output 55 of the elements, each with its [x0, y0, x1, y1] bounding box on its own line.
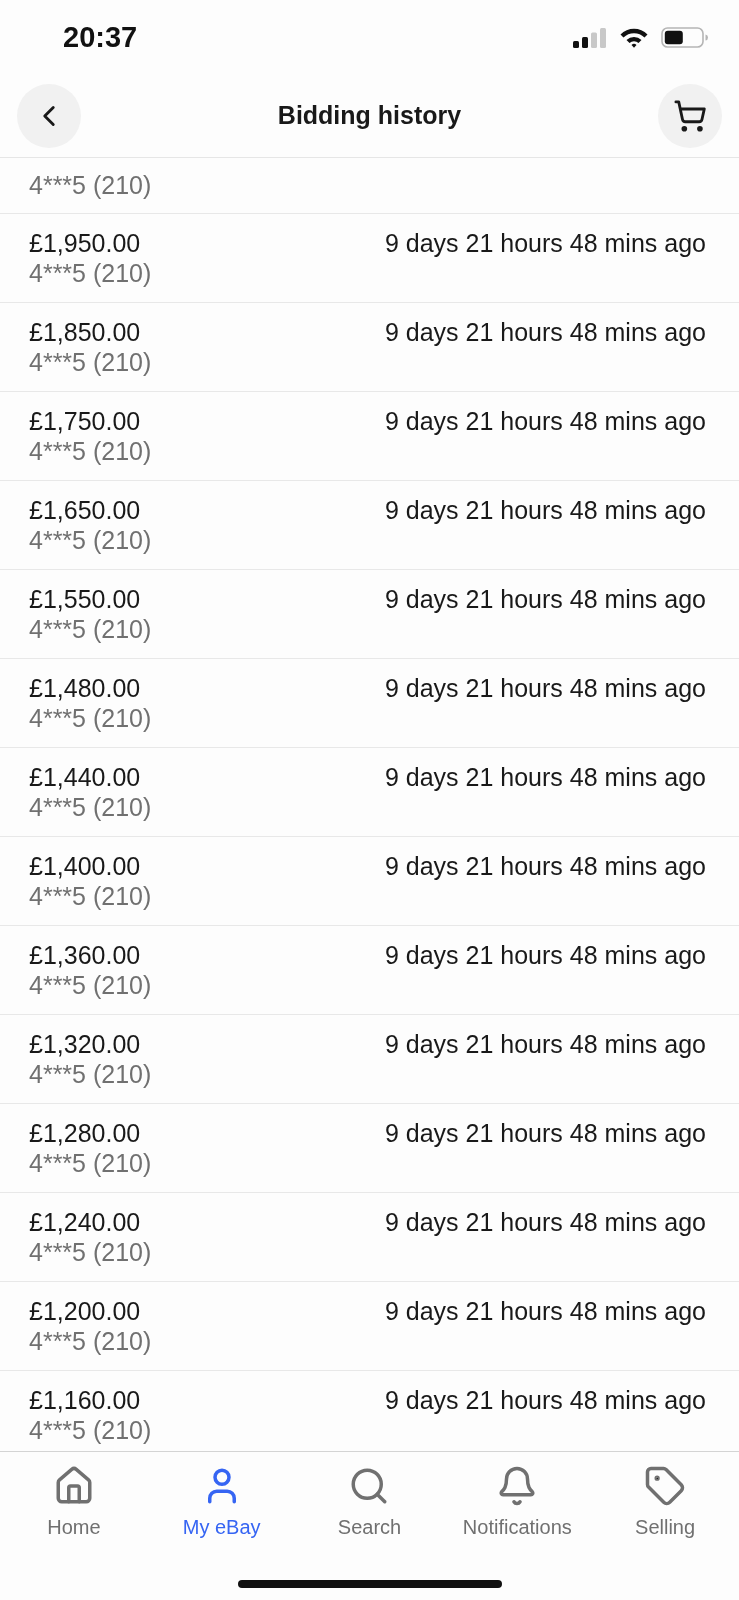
bidder-text: 4***5 (210)	[29, 792, 152, 822]
bid-amount: £1,360.00	[29, 940, 141, 970]
bid-time: 9 days 21 hours 48 mins ago	[384, 228, 706, 258]
battery-icon	[661, 27, 709, 48]
bidder-text: 4***5 (210)	[29, 1326, 152, 1356]
bid-time: 9 days 21 hours 48 mins ago	[384, 584, 706, 614]
tab-bar-item[interactable]: Selling	[631, 1465, 700, 1538]
bid-amount: £1,550.00	[29, 584, 141, 614]
bid-time: 9 days 21 hours 48 mins ago	[384, 495, 706, 525]
bid-time: 9 days 21 hours 48 mins ago	[384, 673, 706, 703]
bid-time: 9 days 21 hours 48 mins ago	[384, 1296, 706, 1326]
bidder-text: 4***5 (210)	[29, 881, 152, 911]
bidder-text: 4***5 (210)	[29, 1148, 152, 1178]
bidder-text: 4***5 (210)	[29, 347, 152, 377]
tab-bar-item[interactable]: Search	[333, 1465, 406, 1538]
bid-time: 9 days 21 hours 48 mins ago	[384, 851, 706, 881]
bidder-text: 4***5 (210)	[29, 1237, 152, 1267]
bid-time: 9 days 21 hours 48 mins ago	[384, 762, 706, 792]
bidder-text: 4***5 (210)	[29, 258, 152, 288]
bid-amount: £1,280.00	[29, 1118, 141, 1148]
bid-amount: £1,160.00	[29, 1385, 141, 1415]
bid-amount: £1,200.00	[29, 1296, 141, 1326]
bid-amount: £1,850.00	[29, 317, 141, 347]
status-time: 20:37	[63, 23, 138, 52]
bid-amount: £1,480.00	[29, 673, 141, 703]
bid-amount: £1,650.00	[29, 495, 141, 525]
bidder-text: 4***5 (210)	[29, 170, 152, 200]
bid-time: 9 days 21 hours 48 mins ago	[384, 1029, 706, 1059]
bid-amount: £1,240.00	[29, 1207, 141, 1237]
bidder-text: 4***5 (210)	[29, 1415, 152, 1445]
bidder-text: 4***5 (210)	[29, 614, 152, 644]
wifi-icon	[619, 27, 649, 48]
bidder-text: 4***5 (210)	[29, 525, 152, 555]
bidder-text: 4***5 (210)	[29, 970, 152, 1000]
bid-time: 9 days 21 hours 48 mins ago	[384, 1118, 706, 1148]
tab-bar-item[interactable]: Home	[43, 1465, 105, 1538]
bid-amount: £1,400.00	[29, 851, 141, 881]
bid-time: 9 days 21 hours 48 mins ago	[384, 1385, 706, 1415]
bid-time: 9 days 21 hours 48 mins ago	[384, 406, 706, 436]
bid-time: 9 days 21 hours 48 mins ago	[384, 1207, 706, 1237]
tab-bar-item[interactable]: My eBay	[178, 1465, 265, 1538]
bidder-text: 4***5 (210)	[29, 1059, 152, 1089]
bid-amount: £1,950.00	[29, 228, 141, 258]
bid-amount: £1,750.00	[29, 406, 141, 436]
bidder-text: 4***5 (210)	[29, 703, 152, 733]
cart-icon	[673, 99, 707, 133]
bidder-text: 4***5 (210)	[29, 436, 152, 466]
tag-icon	[644, 1465, 687, 1507]
page-title: Bidding history	[277, 100, 462, 132]
bid-amount: £1,320.00	[29, 1029, 141, 1059]
bid-amount: £1,440.00	[29, 762, 141, 792]
signal-icon	[573, 27, 607, 48]
bid-time: 9 days 21 hours 48 mins ago	[384, 940, 706, 970]
tab-bar-item[interactable]: Notifications	[458, 1465, 576, 1538]
bid-time: 9 days 21 hours 48 mins ago	[384, 317, 706, 347]
